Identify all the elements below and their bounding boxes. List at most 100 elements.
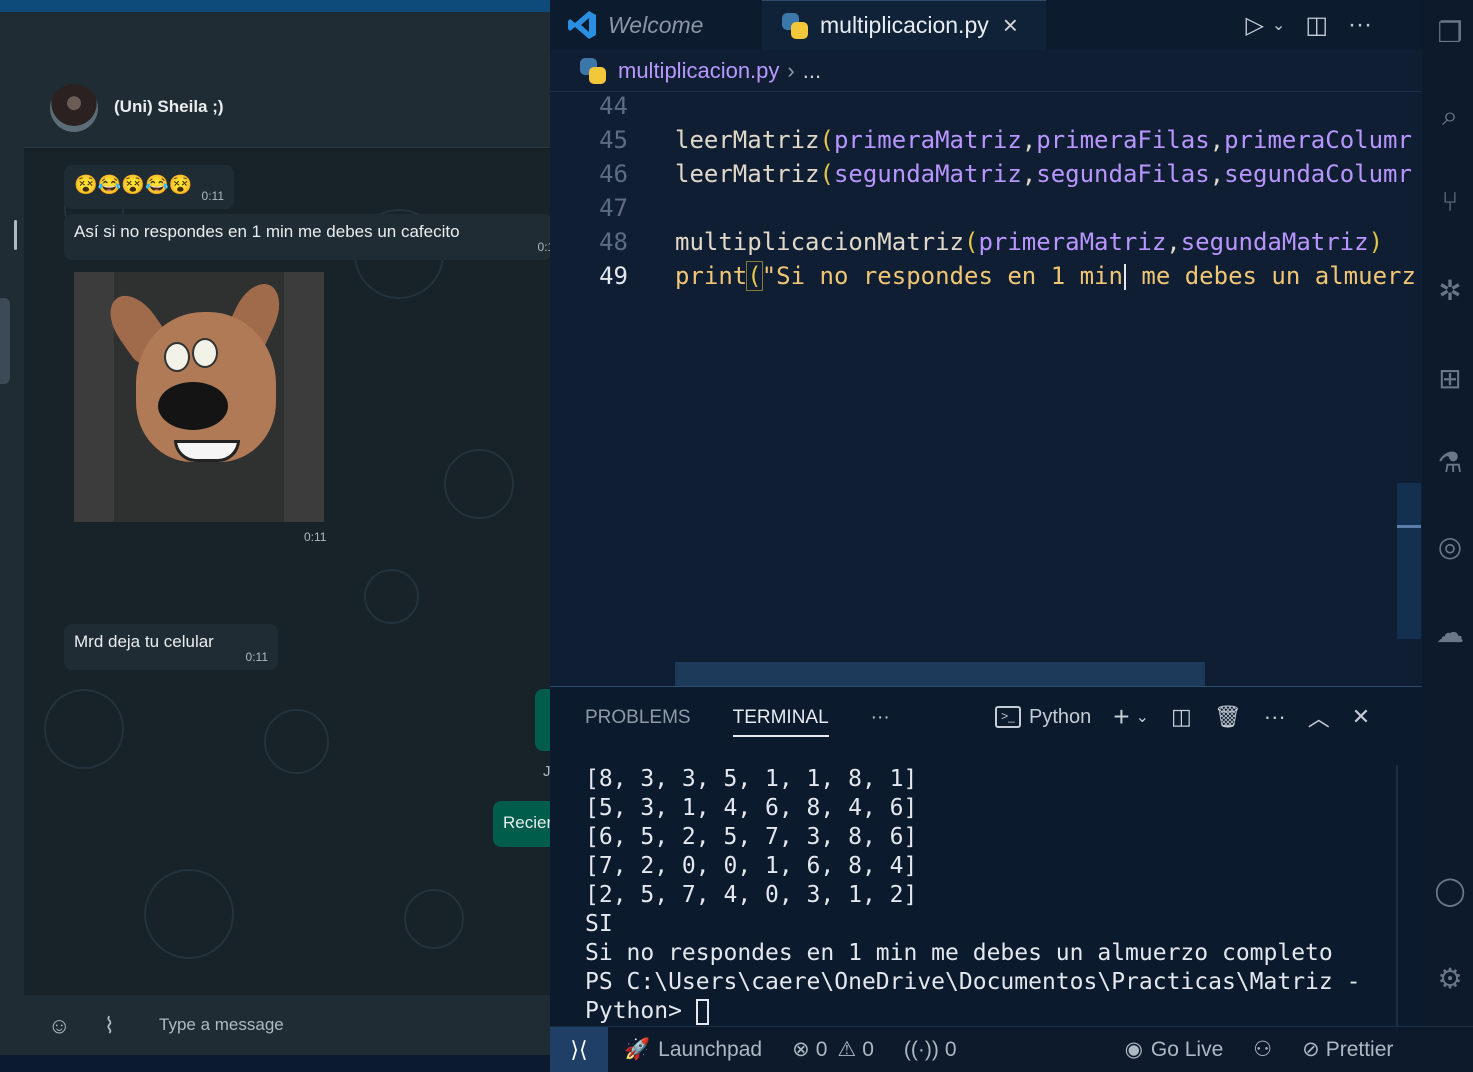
vertical-scrollbar[interactable] <box>1397 483 1421 639</box>
terminal-prompt: Python> <box>585 998 696 1024</box>
terminal-icon: >_ <box>995 706 1021 728</box>
wallpaper-doodle <box>264 709 329 774</box>
terminal-cursor <box>695 998 709 1025</box>
error-count[interactable]: 0 <box>816 1038 828 1062</box>
warning-count[interactable]: 0 <box>862 1038 874 1062</box>
gear-icon[interactable]: ⚙ <box>1430 962 1470 1002</box>
more-icon[interactable]: ··· <box>871 707 890 737</box>
new-terminal-icon[interactable]: + <box>1113 701 1129 733</box>
go-live-button[interactable]: Go Live <box>1151 1038 1223 1062</box>
panel-tabs: PROBLEMS TERMINAL ··· <box>585 707 890 737</box>
chevron-down-icon[interactable]: ⌄ <box>1136 707 1149 727</box>
search-icon[interactable]: ⌕ <box>1430 100 1470 140</box>
message-time: 0:11 <box>245 650 268 664</box>
split-editor-icon[interactable]: ◫ <box>1305 11 1328 40</box>
tab-welcome[interactable]: Welcome <box>550 0 762 50</box>
warning-icon: ⚠ <box>837 1038 857 1061</box>
resize-handle[interactable] <box>14 220 17 250</box>
window-top-strip <box>0 0 550 12</box>
more-icon[interactable]: ··· <box>1264 704 1286 730</box>
ports-count[interactable]: 0 <box>945 1038 957 1062</box>
argument: segundaMatriz <box>833 160 1022 188</box>
testing-icon[interactable]: ⚗ <box>1430 446 1470 486</box>
rocket-icon: 🚀 <box>624 1037 651 1061</box>
code-text: leerMatriz(segundaMatriz,segundaFilas,se… <box>675 160 1412 188</box>
tab-label: Welcome <box>608 11 704 38</box>
source-control-icon[interactable]: ⑂ <box>1430 186 1470 226</box>
side-scroll-handle[interactable] <box>0 298 10 384</box>
more-icon[interactable]: ··· <box>1348 11 1372 39</box>
panel-actions: >_ Python + ⌄ ◫ 🗑 ··· ︿ ✕ <box>995 701 1370 733</box>
activity-bar: ❐ ⌕ ⑂ ✲ ⊞ ⚗ ◎ ☁ ◯ ⚙ <box>1422 0 1473 1026</box>
code-line: 46 leerMatriz(segundaMatriz,segundaFilas… <box>550 160 1422 194</box>
message-bubble[interactable]: 😵😂😵😂😵 0:11 <box>64 165 234 209</box>
contact-name[interactable]: (Uni) Sheila ;) <box>114 97 224 117</box>
close-icon[interactable]: ✕ <box>1352 704 1370 730</box>
wallpaper-doodle <box>44 689 124 769</box>
avatar[interactable] <box>50 84 98 132</box>
tab-terminal[interactable]: TERMINAL <box>732 707 829 737</box>
chevron-down-icon[interactable]: ⌄ <box>1272 15 1285 35</box>
chat-header[interactable]: (Uni) Sheila ;) <box>24 68 550 148</box>
code-editor[interactable]: 44 45 leerMatriz(primeraMatriz,primeraFi… <box>550 92 1422 686</box>
terminal-output[interactable]: [8, 3, 3, 5, 1, 1, 8, 1] [5, 3, 1, 4, 6, … <box>585 765 1360 1026</box>
wallpaper-doodle <box>404 889 464 949</box>
message-list[interactable]: 😵😂😵😂😵 0:11 Así si no respondes en 1 min … <box>24 149 550 995</box>
copilot-icon[interactable]: ⚇ <box>1253 1037 1272 1062</box>
terminal-line: [6, 5, 2, 5, 7, 3, 8, 6] <box>585 824 918 850</box>
vscode-window: Welcome multiplicacion.py × ▷ ⌄ ◫ ··· mu… <box>550 0 1473 1072</box>
terminal-line: SI <box>585 911 613 937</box>
close-icon[interactable]: × <box>1003 10 1018 41</box>
run-icon[interactable]: ▷ <box>1245 11 1263 40</box>
ports-icon: ((·)) <box>903 1037 939 1061</box>
function-name: leerMatriz <box>675 160 820 188</box>
message-bubble[interactable]: Así si no respondes en 1 min me debes un… <box>64 214 550 260</box>
prettier-check-icon: ⊘ <box>1302 1038 1320 1061</box>
terminal-shell-selector[interactable]: >_ Python <box>995 706 1091 729</box>
prettier-button[interactable]: Prettier <box>1326 1038 1394 1062</box>
git-graph-icon[interactable]: ◎ <box>1430 530 1470 570</box>
dog-nose <box>158 382 228 430</box>
terminal-scrollbar[interactable] <box>1396 765 1398 1027</box>
chevron-right-icon: › <box>787 57 795 83</box>
account-icon[interactable]: ◯ <box>1430 874 1470 914</box>
code-line: 48 multiplicacionMatriz(primeraMatriz,se… <box>550 228 1422 262</box>
tab-multiplicacion[interactable]: multiplicacion.py × <box>762 0 1046 50</box>
line-number: 45 <box>599 126 628 154</box>
maximize-panel-icon[interactable]: ︿ <box>1308 701 1330 733</box>
function-name: print <box>675 262 748 290</box>
text-cursor <box>1123 264 1126 290</box>
launchpad-item[interactable]: Launchpad <box>658 1038 762 1062</box>
string-literal: me debes un almuerz <box>1126 262 1416 290</box>
remote-indicator-icon[interactable]: ⟩⟨ <box>550 1026 608 1072</box>
trash-icon[interactable]: 🗑 <box>1214 704 1242 730</box>
outgoing-bubble-partial[interactable]: Recier <box>493 801 550 847</box>
split-terminal-icon[interactable]: ◫ <box>1171 704 1192 730</box>
partial-text: Recier <box>503 813 550 832</box>
breadcrumb-file[interactable]: multiplicacion.py <box>618 58 779 84</box>
message-composer: ☺ ⌇ Type a message <box>24 995 550 1055</box>
whatsapp-window: (Uni) Sheila ;) 😵😂😵😂😵 0:11 Así si no res… <box>0 0 550 1072</box>
code-line: 44 <box>550 92 1422 126</box>
debug-icon[interactable]: ✲ <box>1430 274 1470 314</box>
outgoing-bubble-partial[interactable] <box>535 689 550 751</box>
chat-left-rail <box>0 68 24 1072</box>
paperclip-icon[interactable]: ⌇ <box>104 1013 115 1039</box>
docker-icon[interactable]: ☁ <box>1430 616 1470 656</box>
terminal-line: [7, 2, 0, 0, 1, 6, 8, 4] <box>585 853 918 879</box>
breadcrumb-symbols[interactable]: ... <box>803 58 821 84</box>
tab-problems[interactable]: PROBLEMS <box>585 707 691 737</box>
taskbar-strip <box>0 1055 550 1072</box>
emoji-icon[interactable]: ☺ <box>48 1013 70 1039</box>
explorer-icon[interactable]: ❐ <box>1430 16 1470 56</box>
message-bubble[interactable]: Mrd deja tu celular 0:11 <box>64 624 278 670</box>
function-name: leerMatriz <box>675 126 820 154</box>
python-icon <box>580 57 606 84</box>
terminal-line: Si no respondes en 1 min me debes un alm… <box>585 940 1333 966</box>
scooby-doo-image[interactable] <box>74 272 324 522</box>
extensions-icon[interactable]: ⊞ <box>1430 362 1470 402</box>
python-icon <box>782 12 808 39</box>
message-input[interactable]: Type a message <box>159 1015 284 1035</box>
horizontal-scrollbar[interactable] <box>675 662 1205 686</box>
line-number: 47 <box>599 194 628 222</box>
